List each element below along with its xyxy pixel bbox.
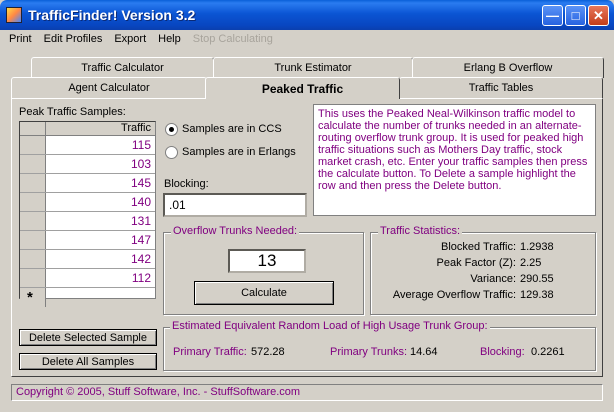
overflow-trunks-value: 13 (228, 249, 306, 273)
tab-erlang-b-overflow[interactable]: Erlang B Overflow (412, 57, 604, 78)
samples-label: Peak Traffic Samples: (19, 106, 126, 118)
tab-agent-calculator[interactable]: Agent Calculator (11, 77, 207, 98)
primary-traffic-label: Primary Traffic: (173, 346, 247, 358)
sample-cell[interactable]: 115 (47, 136, 154, 154)
overflow-title: Overflow Trunks Needed: (171, 225, 300, 237)
row-selector[interactable] (20, 136, 46, 154)
window-title: TrafficFinder! Version 3.2 (28, 7, 196, 23)
samples-grid[interactable]: Traffic 115 103 145 140 131 147 142 112 … (19, 121, 156, 307)
row-selector[interactable] (20, 250, 46, 268)
status-bar: Copyright © 2005, Stuff Software, Inc. -… (11, 384, 603, 401)
menu-print[interactable]: Print (3, 33, 38, 45)
radio-ccs-label[interactable]: Samples are in CCS (182, 123, 282, 135)
sample-cell[interactable]: 140 (47, 193, 154, 211)
sample-cell[interactable]: 145 (47, 174, 154, 192)
sample-cell[interactable]: 131 (47, 212, 154, 230)
menu-help[interactable]: Help (152, 33, 187, 45)
table-row[interactable]: 147 (20, 231, 155, 250)
tab-traffic-tables[interactable]: Traffic Tables (399, 77, 603, 98)
table-row[interactable]: 103 (20, 155, 155, 174)
stats-title: Traffic Statistics: (378, 225, 463, 237)
title-bar[interactable]: TrafficFinder! Version 3.2 — □ ✕ (0, 0, 614, 30)
delete-selected-button[interactable]: Delete Selected Sample (19, 329, 157, 346)
radio-erlangs-label[interactable]: Samples are in Erlangs (182, 146, 296, 158)
minimize-icon[interactable]: — (542, 5, 563, 26)
radio-erlangs[interactable] (165, 146, 178, 159)
maximize-icon[interactable]: □ (565, 5, 586, 26)
primary-trunks-label: Primary Trunks: (330, 346, 408, 358)
row-selector[interactable] (20, 155, 46, 173)
grid-header: Traffic (20, 122, 155, 136)
equivalent-load-title: Estimated Equivalent Random Load of High… (170, 320, 490, 332)
row-selector[interactable] (20, 231, 46, 249)
blocking-label: Blocking: (164, 178, 209, 190)
new-sample-cell[interactable] (47, 288, 154, 307)
peak-factor-value: 2.25 (520, 257, 542, 269)
row-selector[interactable] (20, 174, 46, 192)
menu-bar: Print Edit Profiles Export Help Stop Cal… (0, 30, 614, 48)
blocked-traffic-value: 1.2938 (520, 241, 554, 253)
tab-traffic-calculator[interactable]: Traffic Calculator (31, 57, 214, 78)
sample-cell[interactable]: 147 (47, 231, 154, 249)
primary-trunks-value: 14.64 (410, 346, 438, 358)
primary-traffic-value: 572.28 (251, 346, 285, 358)
grid-corner (20, 122, 46, 135)
table-row[interactable]: 115 (20, 136, 155, 155)
delete-all-button[interactable]: Delete All Samples (19, 353, 157, 370)
row-selector[interactable] (20, 269, 46, 287)
menu-edit-profiles[interactable]: Edit Profiles (38, 33, 109, 45)
calculate-button[interactable]: Calculate (194, 281, 334, 305)
new-row-icon: * (27, 289, 33, 306)
row-selector[interactable] (20, 193, 46, 211)
row-selector[interactable] (20, 212, 46, 230)
close-icon[interactable]: ✕ (588, 5, 609, 26)
description-text: This uses the Peaked Neal-Wilkinson traf… (313, 104, 596, 216)
peak-factor-label: Peak Factor (Z): (436, 257, 516, 269)
menu-stop-calculating: Stop Calculating (192, 33, 273, 45)
table-row[interactable]: 131 (20, 212, 155, 231)
average-overflow-label: Average Overflow Traffic: (392, 289, 516, 301)
app-icon[interactable] (6, 7, 22, 23)
table-row[interactable]: 142 (20, 250, 155, 269)
sample-cell[interactable]: 112 (47, 269, 154, 287)
new-row[interactable]: * (20, 288, 155, 307)
variance-value: 290.55 (520, 273, 554, 285)
blocking-result-label: Blocking: (480, 346, 525, 358)
sample-cell[interactable]: 103 (47, 155, 154, 173)
variance-label: Variance: (470, 273, 516, 285)
table-row[interactable]: 140 (20, 193, 155, 212)
table-row[interactable]: 112 (20, 269, 155, 288)
tab-trunk-estimator[interactable]: Trunk Estimator (213, 57, 413, 78)
table-row[interactable]: 145 (20, 174, 155, 193)
blocking-input[interactable]: .01 (163, 193, 307, 217)
row-selector[interactable]: * (20, 288, 46, 307)
column-header-traffic[interactable]: Traffic (47, 122, 154, 135)
average-overflow-value: 129.38 (520, 289, 554, 301)
menu-export[interactable]: Export (108, 33, 152, 45)
blocked-traffic-label: Blocked Traffic: (441, 241, 516, 253)
sample-cell[interactable]: 142 (47, 250, 154, 268)
tab-peaked-traffic[interactable]: Peaked Traffic (205, 77, 400, 99)
radio-ccs[interactable] (165, 123, 178, 136)
blocking-result-value: 0.2261 (531, 346, 565, 358)
